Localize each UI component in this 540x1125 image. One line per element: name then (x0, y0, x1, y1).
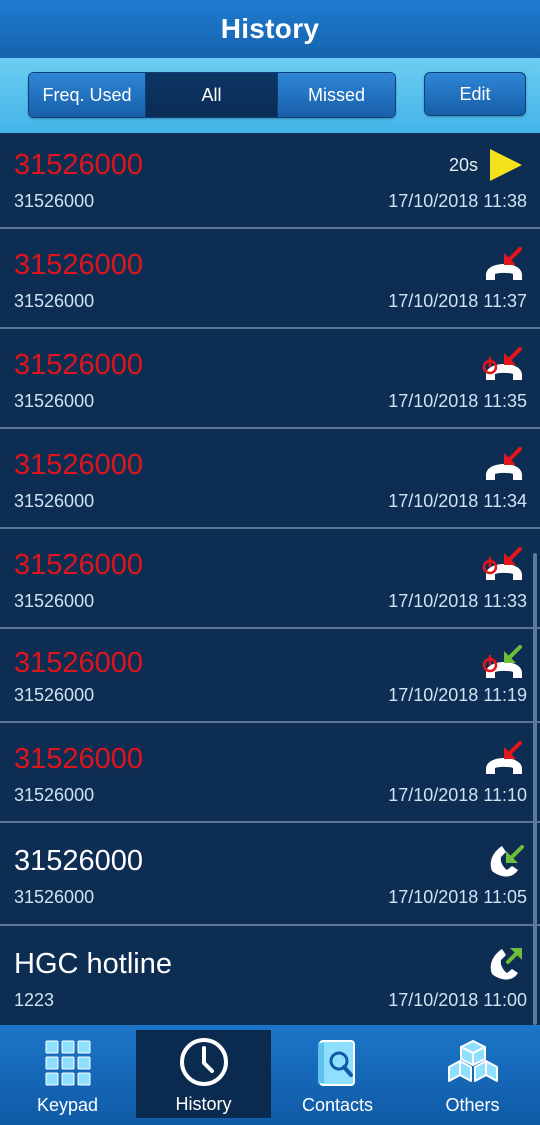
caller-number: 31526000 (14, 191, 95, 211)
caller-number: 31526000 (14, 591, 95, 611)
tab-all[interactable]: All (146, 73, 278, 117)
call-history-list: 31526000 31526000 17/10/2018 11:38 20s 31526… (0, 133, 540, 1027)
caller-name: 31526000 (14, 449, 144, 481)
caller-number: 1223 (14, 990, 55, 1010)
caller-number: 31526000 (14, 491, 95, 511)
call-filter-segmented-control: Freq. Used All Missed (28, 72, 396, 118)
caller-name: 31526000 (14, 149, 144, 181)
tab-contacts-label: Contacts (301, 1095, 374, 1115)
filter-bar: Freq. Used All Missed Edit (0, 58, 540, 133)
scrollbar[interactable] (533, 553, 537, 1025)
call-timestamp: 17/10/2018 11:33 (388, 591, 527, 611)
call-timestamp: 17/10/2018 11:00 (388, 990, 527, 1010)
call-history-row[interactable]: 31526000 31526000 17/10/2018 11:38 20s (0, 133, 540, 229)
contacts-book-icon (310, 1035, 366, 1091)
call-timestamp: 17/10/2018 11:05 (388, 887, 527, 907)
call-timestamp: 17/10/2018 11:38 (388, 191, 527, 211)
outgoing-call-icon (482, 944, 526, 984)
missed-call-icon (482, 245, 526, 285)
call-timestamp: 17/10/2018 11:37 (388, 291, 527, 311)
call-timestamp: 17/10/2018 11:35 (388, 391, 527, 411)
keypad-icon (40, 1035, 96, 1091)
call-history-row[interactable]: 31526000 31526000 17/10/2018 11:05 (0, 823, 540, 926)
tab-keypad-label: Keypad (36, 1095, 99, 1115)
call-history-row[interactable]: 31526000 31526000 17/10/2018 11:10 (0, 723, 540, 823)
call-history-row[interactable]: 31526000 31526000 17/10/2018 11:35 (0, 329, 540, 429)
bottom-tab-bar: Keypad History Contacts Others (0, 1025, 540, 1125)
cubes-icon (445, 1035, 501, 1091)
tab-keypad[interactable]: Keypad (0, 1025, 135, 1125)
rejected-missed-call-icon (482, 345, 526, 385)
call-timestamp: 17/10/2018 11:10 (388, 785, 527, 805)
tab-freq-used[interactable]: Freq. Used (29, 73, 146, 117)
caller-number: 31526000 (14, 887, 95, 907)
caller-name: 31526000 (14, 647, 144, 679)
rejected-incoming-call-icon (482, 643, 526, 683)
caller-name: 31526000 (14, 349, 144, 381)
voicemail-duration: 20s (448, 155, 478, 175)
call-history-row[interactable]: 31526000 31526000 17/10/2018 11:33 (0, 529, 540, 629)
caller-name: 31526000 (14, 249, 144, 281)
call-timestamp: 17/10/2018 11:34 (388, 491, 527, 511)
voicemail-play-icon[interactable] (482, 145, 526, 185)
missed-call-icon (482, 739, 526, 779)
caller-number: 31526000 (14, 391, 95, 411)
caller-name: 31526000 (14, 743, 144, 775)
caller-name: HGC hotline (14, 948, 172, 980)
caller-name: 31526000 (14, 845, 144, 877)
incoming-call-icon (482, 841, 526, 881)
header-bar: History (0, 0, 540, 58)
edit-button[interactable]: Edit (424, 72, 526, 116)
call-history-row[interactable]: 31526000 31526000 17/10/2018 11:19 (0, 629, 540, 723)
caller-number: 31526000 (14, 685, 95, 705)
clock-icon (176, 1034, 232, 1090)
tab-history[interactable]: History (136, 1030, 271, 1118)
rejected-missed-call-icon (482, 545, 526, 585)
caller-name: 31526000 (14, 549, 144, 581)
page-title: History (220, 13, 320, 44)
tab-missed[interactable]: Missed (278, 73, 395, 117)
caller-number: 31526000 (14, 785, 95, 805)
tab-others-label: Others (445, 1095, 500, 1115)
caller-number: 31526000 (14, 291, 95, 311)
missed-call-icon (482, 445, 526, 485)
tab-contacts[interactable]: Contacts (270, 1025, 405, 1125)
call-history-row[interactable]: 31526000 31526000 17/10/2018 11:34 (0, 429, 540, 529)
tab-history-label: History (175, 1094, 232, 1114)
call-history-row[interactable]: HGC hotline 1223 17/10/2018 11:00 (0, 926, 540, 1027)
call-history-row[interactable]: 31526000 31526000 17/10/2018 11:37 (0, 229, 540, 329)
tab-others[interactable]: Others (405, 1025, 540, 1125)
call-timestamp: 17/10/2018 11:19 (388, 685, 527, 705)
